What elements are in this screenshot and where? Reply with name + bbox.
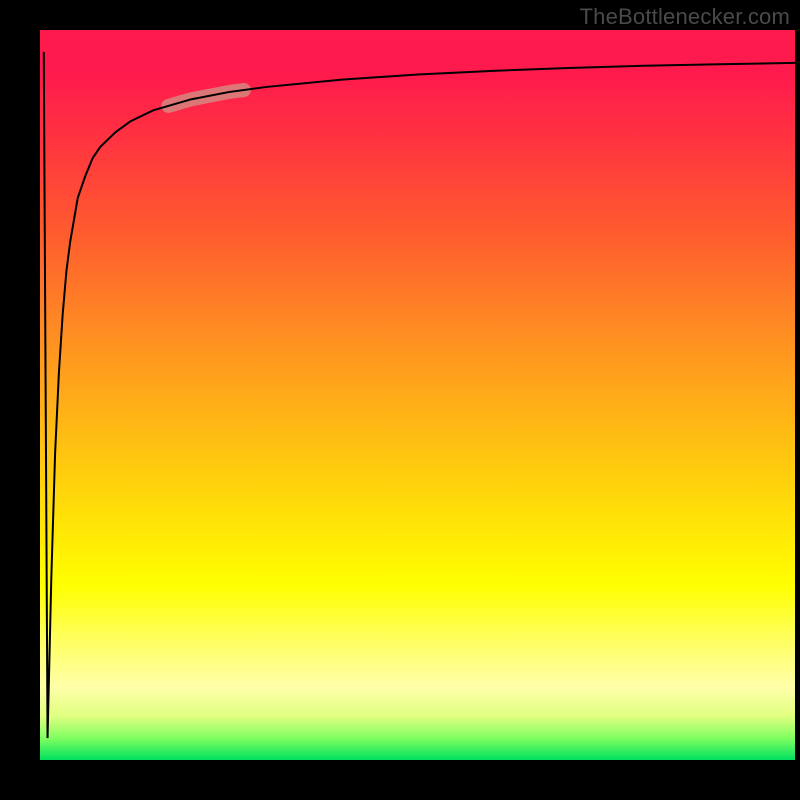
watermark-text: TheBottlenecker.com xyxy=(580,4,790,30)
chart-gradient-background xyxy=(40,30,795,760)
